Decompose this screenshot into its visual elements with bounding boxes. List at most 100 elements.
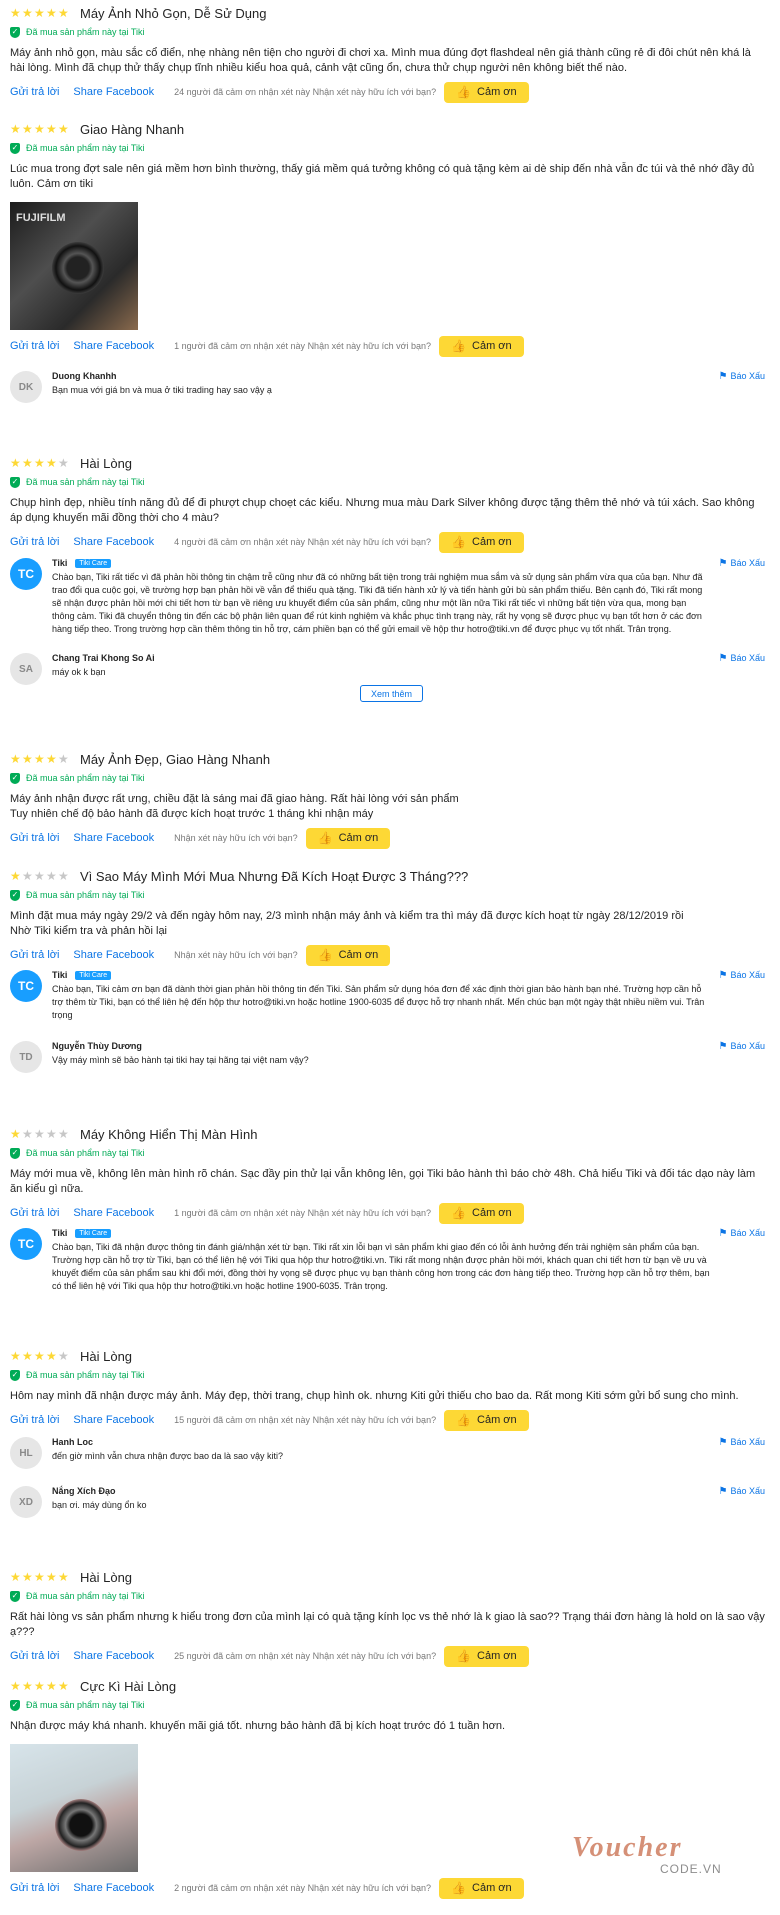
avatar: SA	[10, 653, 42, 685]
review-body: Rất hài lòng vs sản phẩm nhưng k hiểu tr…	[10, 1611, 765, 1638]
reply-link[interactable]: Gửi trả lời	[10, 1207, 59, 1219]
rating-stars: ★ ★ ★ ★ ★	[10, 123, 70, 135]
thank-button[interactable]: 👍 Cảm ơn	[305, 827, 391, 849]
review-body: Chụp hình đẹp, nhiều tính năng đủ để đi …	[10, 497, 755, 524]
star-icon: ★	[22, 456, 33, 470]
star-icon: ★	[10, 6, 21, 20]
share-facebook-link[interactable]: Share Facebook	[73, 1882, 154, 1894]
thank-button[interactable]: 👍 Cảm ơn	[439, 335, 524, 357]
report-link[interactable]: ⚑ Báo Xấu	[719, 1437, 766, 1448]
comment-text: Chào bạn, Tiki đã nhận được thông tin đá…	[52, 1242, 710, 1291]
review-body: Hôm nay mình đã nhận được máy ảnh. Máy đ…	[10, 1390, 739, 1402]
share-facebook-link[interactable]: Share Facebook	[73, 536, 154, 548]
rating-stars: ★ ★ ★ ★ ★	[10, 870, 70, 882]
comment: TC Tiki Tiki Care Chào bạn, Tiki cảm ơn bạ…	[10, 970, 765, 1022]
star-icon: ★	[58, 456, 69, 470]
review-photo[interactable]: FUJIFILM	[10, 202, 138, 330]
star-icon: ★	[34, 456, 45, 470]
reply-link[interactable]: Gửi trả lời	[10, 536, 59, 548]
star-icon: ★	[34, 869, 45, 883]
star-icon: ★	[34, 122, 45, 136]
report-link[interactable]: ⚑ Báo Xấu	[719, 558, 766, 569]
tiki-care-badge: Tiki Care	[75, 558, 112, 568]
report-link[interactable]: ⚑ Báo Xấu	[719, 1486, 766, 1497]
reply-link[interactable]: Gửi trả lời	[10, 949, 59, 961]
avatar: TC	[10, 970, 42, 1002]
reply-link[interactable]: Gửi trả lời	[10, 1650, 59, 1662]
thank-button[interactable]: 👍 Cảm ơn	[444, 81, 529, 103]
star-icon: ★	[22, 752, 33, 766]
flag-icon: ⚑	[718, 653, 728, 664]
reply-link[interactable]: Gửi trả lời	[10, 86, 59, 98]
star-icon: ★	[58, 869, 69, 883]
share-facebook-link[interactable]: Share Facebook	[73, 1414, 154, 1426]
verified-purchase: ✓ Đã mua sản phẩm này tại Tiki	[10, 1590, 145, 1602]
review-card: ★ ★ ★ ★ ★ Máy Ảnh Nhỏ Gọn, Dễ Sử Dụng ✓ Đã mua…	[10, 5, 765, 103]
report-link[interactable]: ⚑ Báo Xấu	[719, 1228, 766, 1239]
star-icon: ★	[22, 869, 33, 883]
report-link[interactable]: ⚑ Báo Xấu	[719, 371, 766, 382]
share-facebook-link[interactable]: Share Facebook	[73, 949, 154, 961]
verified-purchase: ✓ Đã mua sản phẩm này tại Tiki	[10, 476, 145, 488]
comment-text: đến giờ mình vẫn chưa nhận được bao da l…	[52, 1451, 283, 1461]
review-title: Hài Lòng	[80, 455, 133, 471]
share-facebook-link[interactable]: Share Facebook	[73, 86, 154, 98]
commenter-name: Nguyễn Thùy Dương	[52, 1041, 142, 1051]
star-icon: ★	[58, 1127, 69, 1141]
thank-button[interactable]: 👍 Cảm ơn	[439, 1202, 524, 1224]
comment: XD Nắng Xích Đạo bạn ơi. máy dùng ổn ko ⚑…	[10, 1486, 765, 1518]
review-card: ★ ★ ★ ★ ★ Vì Sao Máy Mình Mới Mua Nhưng Đã Kí…	[10, 868, 765, 966]
thumbs-up-icon: 👍	[456, 1413, 472, 1427]
review-card: ★ ★ ★ ★ ★ Hài Lòng ✓ Đã mua sản phẩm này tại T…	[10, 455, 765, 553]
reply-link[interactable]: Gửi trả lời	[10, 832, 59, 844]
star-icon: ★	[58, 6, 69, 20]
review-title: Máy Không Hiển Thị Màn Hình	[80, 1126, 258, 1142]
comment: TC Tiki Tiki Care Chào bạn, Tiki đã nhận đ…	[10, 1228, 765, 1293]
reply-link[interactable]: Gửi trả lời	[10, 1414, 59, 1426]
thank-button[interactable]: 👍 Cảm ơn	[444, 1645, 529, 1667]
review-title: Hài Lòng	[80, 1348, 133, 1364]
flag-icon: ⚑	[718, 1041, 728, 1052]
share-facebook-link[interactable]: Share Facebook	[73, 832, 154, 844]
rating-stars: ★ ★ ★ ★ ★	[10, 457, 70, 469]
flag-icon: ⚑	[718, 558, 728, 569]
rating-stars: ★ ★ ★ ★ ★	[10, 753, 70, 765]
report-link[interactable]: ⚑ Báo Xấu	[719, 653, 766, 664]
comment: SA Chang Trai Khong So Ai máy ok k bạn ⚑ B…	[10, 653, 765, 685]
commenter-name: Hanh Loc	[52, 1437, 94, 1447]
thank-count: 2 người đã cảm ơn nhận xét này Nhận xét …	[174, 1883, 432, 1893]
thumbs-up-icon: 👍	[317, 948, 333, 962]
flag-icon: ⚑	[718, 970, 728, 981]
comment: HL Hanh Loc đến giờ mình vẫn chưa nhận đư…	[10, 1437, 765, 1469]
star-icon: ★	[46, 1349, 57, 1363]
verified-purchase: ✓ Đã mua sản phẩm này tại Tiki	[10, 1147, 145, 1159]
thank-button[interactable]: 👍 Cảm ơn	[444, 1409, 529, 1431]
review-body: Máy ảnh nhỏ gọn, màu sắc cổ điển, nhẹ nh…	[10, 47, 751, 74]
avatar: XD	[10, 1486, 42, 1518]
share-facebook-link[interactable]: Share Facebook	[73, 1207, 154, 1219]
thumbs-up-icon: 👍	[451, 535, 467, 549]
review-card: ★ ★ ★ ★ ★ Giao Hàng Nhanh ✓ Đã mua sản phẩm nà…	[10, 121, 765, 357]
share-facebook-link[interactable]: Share Facebook	[73, 1650, 154, 1662]
reply-link[interactable]: Gửi trả lời	[10, 340, 59, 352]
thank-button[interactable]: 👍 Cảm ơn	[439, 1877, 524, 1899]
tiki-care-badge: Tiki Care	[75, 1228, 112, 1238]
report-link[interactable]: ⚑ Báo Xấu	[719, 1041, 766, 1052]
show-more-button[interactable]: Xem thêm	[360, 685, 423, 702]
avatar: DK	[10, 371, 42, 403]
review-body: Máy ảnh nhận được rất ưng, chiều đặt là …	[10, 793, 459, 820]
review-photo[interactable]	[10, 1744, 138, 1872]
reply-link[interactable]: Gửi trả lời	[10, 1882, 59, 1894]
thumbs-up-icon: 👍	[451, 1206, 467, 1220]
rating-stars: ★ ★ ★ ★ ★	[10, 7, 70, 19]
commenter-name: Chang Trai Khong So Ai	[52, 653, 155, 663]
report-link[interactable]: ⚑ Báo Xấu	[719, 970, 766, 981]
star-icon: ★	[10, 122, 21, 136]
star-icon: ★	[46, 1127, 57, 1141]
thank-button[interactable]: 👍 Cảm ơn	[305, 944, 391, 966]
review-title: Giao Hàng Nhanh	[80, 121, 185, 137]
share-facebook-link[interactable]: Share Facebook	[73, 340, 154, 352]
thank-count: 1 người đã cảm ơn nhận xét này Nhận xét …	[174, 1208, 432, 1218]
avatar: HL	[10, 1437, 42, 1469]
thank-button[interactable]: 👍 Cảm ơn	[439, 531, 524, 553]
